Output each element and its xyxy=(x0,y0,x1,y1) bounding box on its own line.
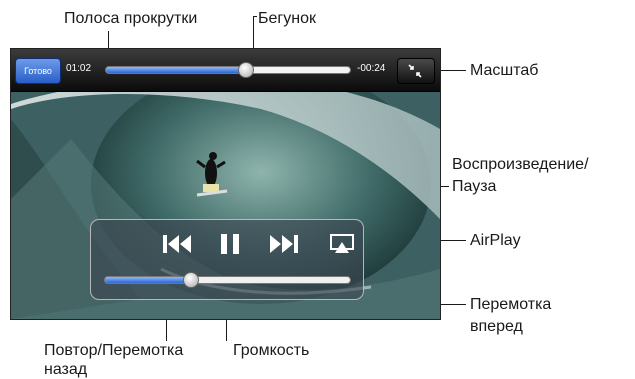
remaining-time: -00:24 xyxy=(357,63,386,74)
airplay-icon[interactable] xyxy=(329,232,355,256)
playback-control-panel xyxy=(90,219,364,300)
playhead-callout: Бегунок xyxy=(258,10,316,27)
airplay-callout: AirPlay xyxy=(470,232,521,249)
scrubber-progress-fill xyxy=(106,67,246,73)
scale-callout: Масштаб xyxy=(470,62,539,79)
volume-slider[interactable] xyxy=(104,276,351,284)
video-frame[interactable]: Готово 01:02 -00:24 xyxy=(10,48,441,320)
skip-forward-icon[interactable] xyxy=(268,232,300,256)
prev-callout-line2: назад xyxy=(44,361,88,378)
next-callout-line2: вперед xyxy=(470,318,523,335)
volume-fill xyxy=(105,277,191,283)
volume-knob[interactable] xyxy=(183,272,200,288)
play-pause-callout-line2: Пауза xyxy=(452,178,497,195)
play-pause-callout-line1: Воспроизведение/ xyxy=(452,156,589,173)
top-control-bar: Готово 01:02 -00:24 xyxy=(11,49,440,92)
skip-back-icon[interactable] xyxy=(161,232,193,256)
scrubber-bar[interactable] xyxy=(105,66,351,74)
elapsed-time: 01:02 xyxy=(66,63,92,74)
shrink-arrows-icon xyxy=(408,64,422,78)
scale-button[interactable] xyxy=(397,58,435,84)
volume-callout: Громкость xyxy=(233,342,310,359)
scrubber-bar-callout: Полоса прокрутки xyxy=(64,10,198,27)
pause-icon[interactable] xyxy=(219,232,241,256)
playhead-knob[interactable] xyxy=(238,62,255,78)
done-button[interactable]: Готово xyxy=(15,58,61,84)
prev-callout-line1: Повтор/Перемотка xyxy=(44,342,184,359)
next-callout-line1: Перемотка xyxy=(470,296,552,313)
playhead-leader-tick xyxy=(253,16,257,17)
